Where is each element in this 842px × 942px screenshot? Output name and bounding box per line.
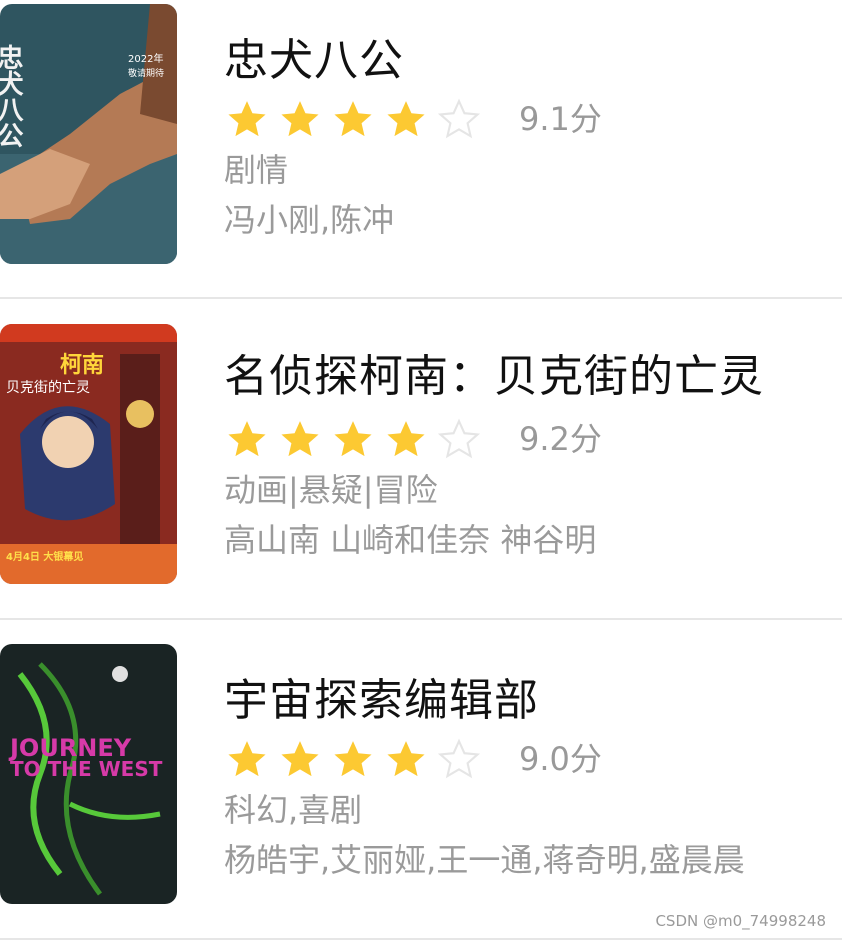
star-filled-icon [228, 421, 266, 457]
star-filled-icon [387, 741, 425, 777]
rating-row: 9.1分 [226, 96, 602, 142]
poster-date-text: 2022年 [128, 52, 163, 65]
movie-title[interactable]: 忠犬八公 [224, 34, 404, 88]
poster-subtitle-text: TO THE WEST [10, 757, 163, 781]
movie-item[interactable]: 柯南 贝克街的亡灵 4月4日 大银幕见 名侦探柯南：贝克街的亡灵 9.2分 动画… [0, 320, 842, 620]
rating-row: 9.2分 [226, 416, 602, 462]
watermark: CSDN @m0_74998248 [655, 912, 826, 930]
star-filled-icon [281, 421, 319, 457]
poster-title-text: 忠犬八公 [0, 44, 23, 148]
star-filled-icon [281, 741, 319, 777]
poster-tagline-text: 敬请期待 [128, 67, 164, 79]
movie-poster[interactable]: 忠犬八公 2022年 敬请期待 [0, 4, 177, 264]
divider [0, 938, 842, 940]
poster-image: 柯南 贝克街的亡灵 4月4日 大银幕见 [0, 324, 177, 584]
movie-actors: 高山南 山崎和佳奈 神谷明 [224, 521, 597, 559]
movie-score: 9.2分 [519, 420, 602, 458]
poster-image: 忠犬八公 2022年 敬请期待 [0, 4, 177, 264]
star-filled-icon [228, 741, 266, 777]
movie-poster[interactable]: JOURNEY TO THE WEST [0, 644, 177, 904]
divider [0, 297, 842, 299]
movie-title[interactable]: 宇宙探索编辑部 [224, 674, 539, 728]
star-filled-icon [387, 421, 425, 457]
star-empty-icon [438, 98, 480, 139]
star-filled-icon [387, 101, 425, 137]
movie-score: 9.0分 [519, 740, 602, 778]
movie-genre: 剧情 [224, 151, 289, 189]
movie-title[interactable]: 名侦探柯南：贝克街的亡灵 [224, 350, 764, 404]
divider [0, 618, 842, 620]
movie-poster[interactable]: 柯南 贝克街的亡灵 4月4日 大银幕见 [0, 324, 177, 584]
star-filled-icon [228, 101, 266, 137]
star-filled-icon [334, 101, 372, 137]
movie-item[interactable]: 忠犬八公 2022年 敬请期待 忠犬八公 9.1分 剧情 冯小刚,陈冲 [0, 0, 842, 300]
movie-list: 忠犬八公 2022年 敬请期待 忠犬八公 9.1分 剧情 冯小刚,陈冲 柯南 贝… [0, 0, 842, 942]
star-filled-icon [281, 101, 319, 137]
star-empty-icon [438, 738, 480, 779]
rating-row: 9.0分 [226, 736, 602, 782]
poster-subtitle-text: 贝克街的亡灵 [6, 380, 90, 396]
movie-genre: 动画|悬疑|冒险 [224, 471, 438, 509]
movie-actors: 杨皓宇,艾丽娅,王一通,蒋奇明,盛晨晨 [224, 841, 745, 879]
poster-image: JOURNEY TO THE WEST [0, 644, 177, 904]
movie-actors: 冯小刚,陈冲 [224, 201, 395, 239]
movie-item[interactable]: JOURNEY TO THE WEST 宇宙探索编辑部 9.0分 科幻,喜剧 杨… [0, 640, 842, 940]
star-empty-icon [438, 418, 480, 459]
star-filled-icon [334, 741, 372, 777]
movie-genre: 科幻,喜剧 [224, 791, 363, 829]
poster-date-text: 4月4日 大银幕见 [6, 550, 83, 563]
poster-title-text: 柯南 [60, 352, 104, 378]
star-filled-icon [334, 421, 372, 457]
movie-score: 9.1分 [519, 100, 602, 138]
